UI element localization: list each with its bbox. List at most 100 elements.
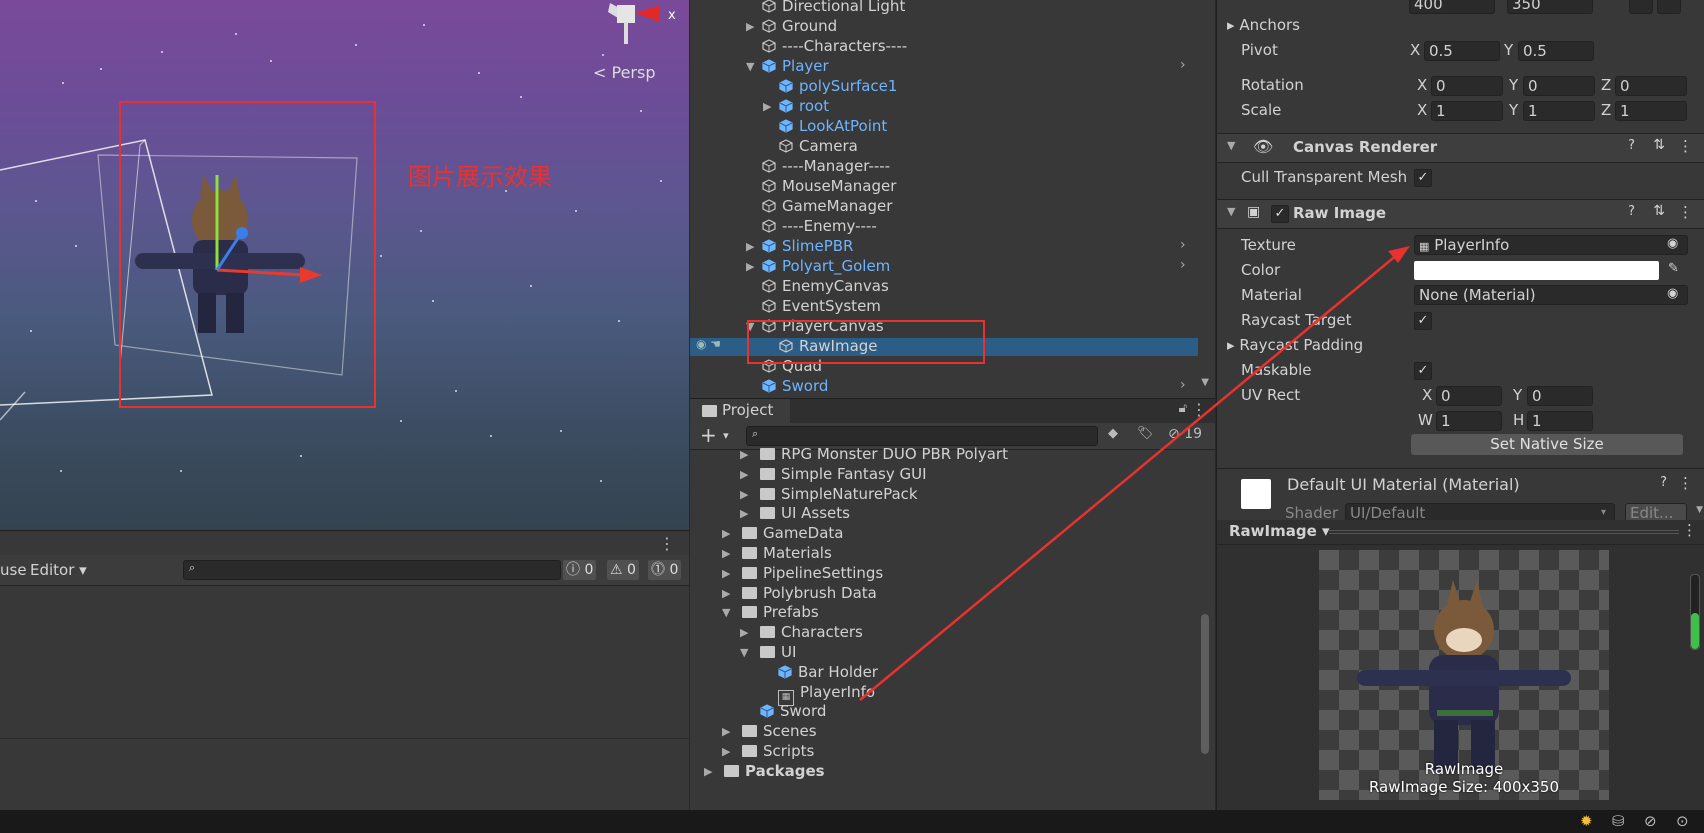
lighting-icon[interactable]: ⊘ xyxy=(1644,812,1657,830)
foldout-arrow-icon[interactable]: ▶ xyxy=(740,448,748,461)
kebab-menu-icon[interactable]: ⋮ xyxy=(1678,137,1693,155)
kebab-menu-icon[interactable]: ⋮ xyxy=(1191,400,1207,419)
hidden-packages-toggle[interactable]: ⊘ 19 xyxy=(1168,426,1202,442)
editor-dropdown[interactable]: Editor ▾ xyxy=(30,561,87,579)
foldout-arrow-icon[interactable]: ▶ xyxy=(722,587,730,600)
perspective-label[interactable]: < Persp xyxy=(593,63,656,82)
hierarchy-item[interactable]: Camera xyxy=(779,136,858,156)
hierarchy-item[interactable]: Directional Light xyxy=(762,0,905,16)
kebab-menu-icon[interactable]: ⋮ xyxy=(1678,474,1693,492)
preview-object-dropdown[interactable]: RawImage ▾ xyxy=(1229,522,1330,540)
foldout-arrow-icon[interactable]: ▶ xyxy=(740,626,748,639)
foldout-arrow-icon[interactable]: ▶ xyxy=(740,488,748,501)
project-item[interactable]: Scenes xyxy=(742,721,817,741)
bug-icon[interactable]: ✹ xyxy=(1580,812,1593,830)
project-item[interactable]: Packages xyxy=(724,761,825,781)
hierarchy-item[interactable]: EventSystem xyxy=(762,296,881,316)
object-picker-icon[interactable]: ◉ xyxy=(1667,236,1678,251)
foldout-arrow-icon[interactable]: ▶ xyxy=(746,260,754,273)
hierarchy-item[interactable]: Polyart_Golem xyxy=(762,256,890,276)
shader-dropdown[interactable]: UI/Default ▾ xyxy=(1345,503,1615,520)
width-field[interactable]: 400 xyxy=(1409,0,1495,14)
uv-h-field[interactable]: 1 xyxy=(1527,411,1593,431)
kebab-menu-icon[interactable]: ⋮ xyxy=(1682,521,1697,539)
uv-y-field[interactable]: 0 xyxy=(1527,386,1593,406)
project-item[interactable]: UI Assets xyxy=(760,503,850,523)
color-swatch[interactable] xyxy=(1414,261,1659,280)
chevron-right-icon[interactable]: › xyxy=(1180,257,1186,273)
project-tab[interactable]: Project xyxy=(690,399,790,423)
rotation-z-field[interactable]: 0 xyxy=(1615,76,1687,96)
project-item[interactable]: Prefabs xyxy=(742,602,819,622)
foldout-arrow-icon[interactable]: ▶ xyxy=(746,240,754,253)
foldout-arrow-icon[interactable]: ▶ xyxy=(722,527,730,540)
set-native-size-button[interactable]: Set Native Size xyxy=(1411,434,1683,455)
raw-edit-button[interactable] xyxy=(1657,0,1681,14)
foldout-arrow-icon[interactable]: ▶ xyxy=(763,100,771,113)
log-count-badge[interactable]: ⓘ 0 xyxy=(563,560,597,580)
pivot-y-field[interactable]: 0.5 xyxy=(1518,41,1594,61)
shader-edit-button[interactable]: Edit... xyxy=(1625,503,1687,520)
foldout-arrow-icon[interactable]: ▼ xyxy=(722,606,730,619)
visibility-icon[interactable]: ◉ ☚ xyxy=(696,337,721,351)
cull-transparent-checkbox[interactable]: ✓ xyxy=(1414,169,1432,187)
eyedropper-icon[interactable]: ✎ xyxy=(1668,261,1679,276)
foldout-arrow-icon[interactable]: ▶ xyxy=(740,507,748,520)
preset-icon[interactable]: ⇅ xyxy=(1653,203,1665,219)
chevron-right-icon[interactable]: › xyxy=(1180,377,1186,393)
project-item[interactable]: ▦ PlayerInfo xyxy=(778,682,875,706)
project-item[interactable]: UI xyxy=(760,642,796,662)
warning-count-badge[interactable]: ⚠ 0 xyxy=(607,560,639,580)
project-item[interactable]: RPG Monster DUO PBR Polyart xyxy=(760,444,1008,464)
project-item[interactable]: PipelineSettings xyxy=(742,563,883,583)
kebab-menu-icon[interactable]: ⋮ xyxy=(1678,203,1693,221)
check-icon[interactable]: ⊙ xyxy=(1676,812,1689,830)
scroll-down-icon[interactable]: ▼ xyxy=(1201,377,1209,388)
hierarchy-item[interactable]: ----Manager---- xyxy=(762,156,890,176)
project-item[interactable]: Characters xyxy=(760,622,863,642)
filter-type-icon[interactable]: ◆ xyxy=(1108,426,1118,441)
texture-field[interactable]: ▦ PlayerInfo xyxy=(1414,235,1688,255)
help-icon[interactable]: ? xyxy=(1660,475,1667,490)
object-picker-icon[interactable]: ◉ xyxy=(1667,286,1678,301)
console-tab-partial[interactable]: use xyxy=(0,561,27,579)
hierarchy-item[interactable]: EnemyCanvas xyxy=(762,276,889,296)
preview-slider[interactable] xyxy=(1690,574,1700,650)
hierarchy-item[interactable]: MouseManager xyxy=(762,176,896,196)
raw-image-enabled-checkbox[interactable]: ✓ xyxy=(1271,205,1289,223)
uv-x-field[interactable]: 0 xyxy=(1436,386,1502,406)
hierarchy-item[interactable]: Player xyxy=(762,56,829,76)
hierarchy-item[interactable]: Ground xyxy=(762,16,837,36)
project-item[interactable]: Bar Holder xyxy=(778,662,878,682)
foldout-arrow-icon[interactable]: ▶ xyxy=(722,745,730,758)
foldout-arrow-icon[interactable]: ▶ xyxy=(722,547,730,560)
scale-y-field[interactable]: 1 xyxy=(1523,101,1595,121)
foldout-arrow-icon[interactable]: ▶ xyxy=(704,765,712,778)
foldout-arrow-icon[interactable]: ▶ xyxy=(740,468,748,481)
help-icon[interactable]: ? xyxy=(1628,138,1635,153)
blueprint-button[interactable] xyxy=(1629,0,1653,14)
raw-image-header[interactable]: ▼ ▣ ✓ Raw Image ? ⇅ ⋮ xyxy=(1217,199,1704,229)
error-count-badge[interactable]: ⓵ 0 xyxy=(648,560,682,580)
scrollbar-thumb[interactable] xyxy=(1201,614,1209,754)
project-item[interactable]: SimpleNaturePack xyxy=(760,484,918,504)
orientation-gizmo[interactable]: x xyxy=(590,0,680,50)
hierarchy-item[interactable]: LookAtPoint xyxy=(779,116,887,136)
uv-w-field[interactable]: 1 xyxy=(1436,411,1502,431)
foldout-arrow-icon[interactable]: ▶ xyxy=(722,567,730,580)
foldout-arrow-icon[interactable]: ▶ xyxy=(722,725,730,738)
foldout-arrow-icon[interactable]: ▼ xyxy=(746,60,754,73)
hierarchy-item[interactable]: SlimePBR xyxy=(762,236,853,256)
preset-icon[interactable]: ⇅ xyxy=(1653,137,1665,153)
rotation-x-field[interactable]: 0 xyxy=(1431,76,1503,96)
raycast-padding-foldout[interactable]: ▸ Raycast Padding xyxy=(1227,336,1363,354)
chevron-right-icon[interactable]: › xyxy=(1180,237,1186,253)
foldout-arrow-icon[interactable]: ▼ xyxy=(740,646,748,659)
material-field[interactable]: None (Material) xyxy=(1414,285,1688,305)
project-item[interactable]: Simple Fantasy GUI xyxy=(760,464,927,484)
canvas-renderer-header[interactable]: ▼ 👁︎ Canvas Renderer ? ⇅ ⋮ xyxy=(1217,133,1704,163)
maskable-checkbox[interactable]: ✓ xyxy=(1414,362,1432,380)
hierarchy-item[interactable]: GameManager xyxy=(762,196,892,216)
hierarchy-item[interactable]: ----Characters---- xyxy=(762,36,907,56)
pivot-x-field[interactable]: 0.5 xyxy=(1424,41,1500,61)
